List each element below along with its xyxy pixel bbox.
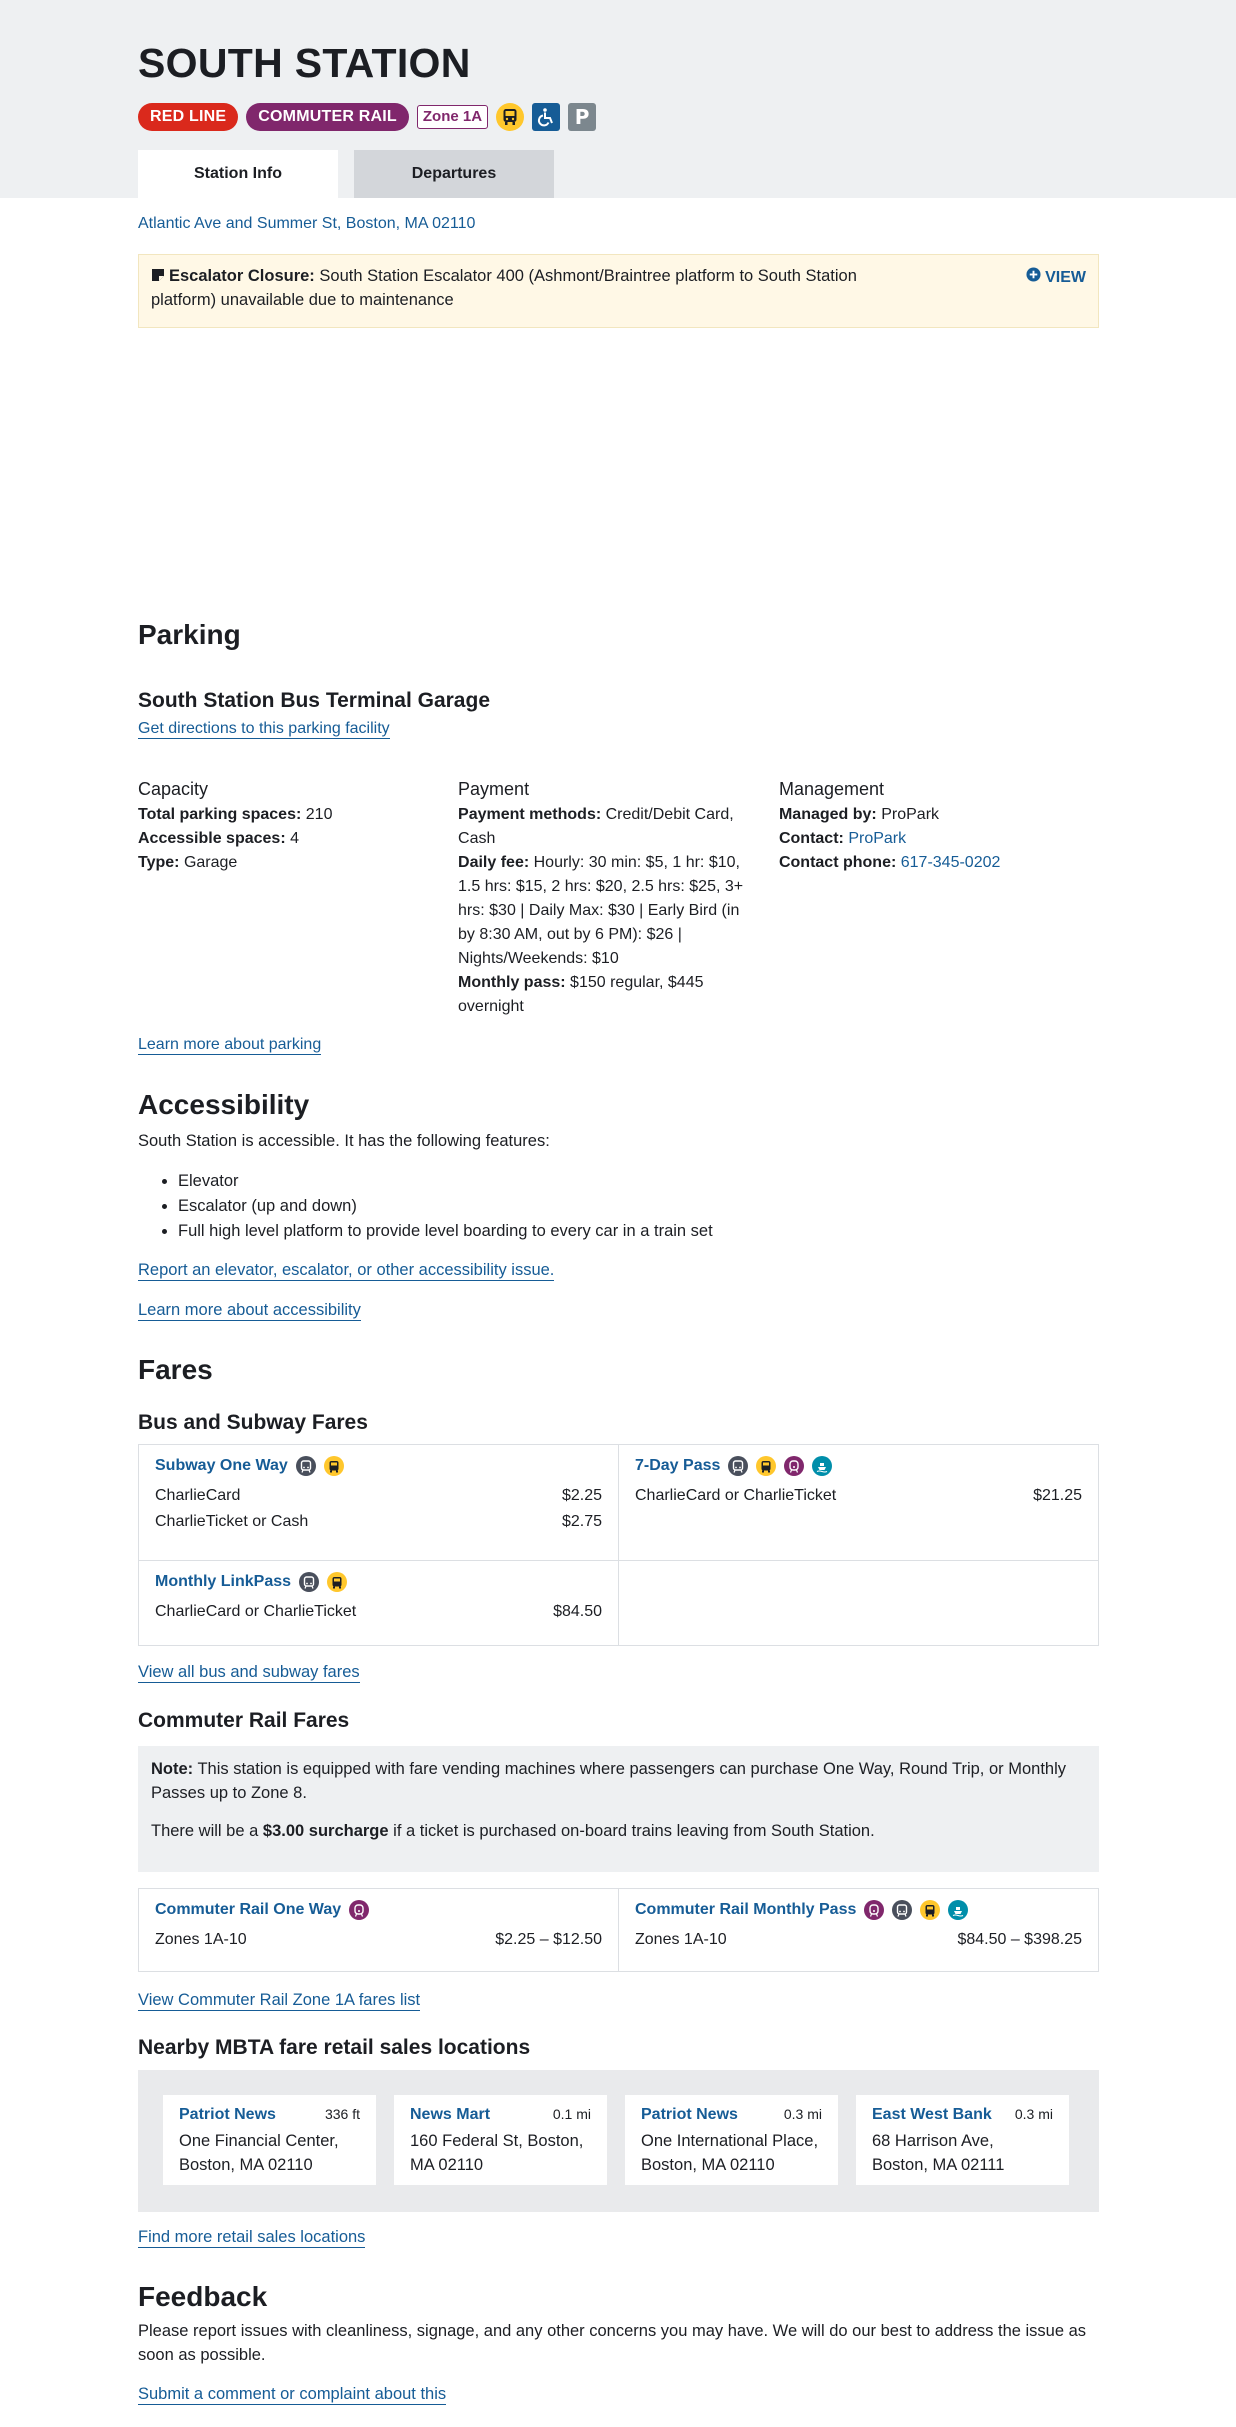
commuter-rail-icon [864, 1900, 885, 1921]
retail-location-card: Patriot News 0.3 mi One International Pla… [625, 2095, 838, 2185]
alert-view-button[interactable]: VIEW [1026, 266, 1086, 289]
bus-subway-fares-heading: Bus and Subway Fares [138, 1411, 368, 1434]
feedback-heading: Feedback [138, 2281, 268, 2312]
contact-phone-link[interactable]: 617-345-0202 [901, 854, 1001, 871]
bus-icon [323, 1456, 344, 1477]
fares-heading: Fares [138, 1354, 213, 1385]
parking-heading: Parking [138, 619, 241, 650]
retail-locations-list: Patriot News 336 ft One Financial Center,… [138, 2070, 1099, 2212]
fare-card-title[interactable]: Commuter Rail Monthly Pass [635, 1899, 856, 1922]
station-header: SOUTH STATION RED LINE COMMUTER RAIL Zon… [0, 0, 1236, 198]
retail-location-name[interactable]: Patriot News [179, 2103, 276, 2126]
commuter-rail-badge[interactable]: COMMUTER RAIL [246, 103, 409, 131]
list-item: Elevator [178, 1169, 1139, 1194]
bus-icon [756, 1456, 777, 1477]
submit-feedback-link[interactable]: Submit a comment or complaint about this [138, 2385, 447, 2405]
accessibility-features: Elevator Escalator (up and down) Full hi… [178, 1169, 1139, 1243]
station-address[interactable]: Atlantic Ave and Summer St, Boston, MA 0… [138, 213, 1099, 236]
commuter-rail-fare-grid: Commuter Rail One Way Zones 1A-10 $2.25 –… [138, 1888, 1099, 1972]
subway-icon [299, 1572, 320, 1593]
zone-badge: Zone 1A [416, 105, 489, 129]
list-item: Escalator (up and down) [178, 1194, 1139, 1219]
retail-location-card: East West Bank 0.3 mi 68 Harrison Ave, Bo… [856, 2095, 1069, 2185]
view-all-bus-subway-fares-link[interactable]: View all bus and subway fares [138, 1663, 360, 1683]
commuter-rail-fares-heading: Commuter Rail Fares [138, 1709, 350, 1732]
fare-row: CharlieCard or CharlieTicket $21.25 [635, 1486, 1082, 1504]
retail-locations-heading: Nearby MBTA fare retail sales locations [138, 2036, 531, 2059]
fare-row: CharlieCard $2.25 [155, 1486, 602, 1504]
bus-subway-fare-grid: Subway One Way CharlieCard $2.25 CharlieT… [138, 1444, 1099, 1646]
parking-facility-name: South Station Bus Terminal Garage [138, 689, 490, 712]
fare-card-title[interactable]: Commuter Rail One Way [155, 1899, 341, 1922]
bus-icon [496, 103, 525, 131]
parking-directions-link[interactable]: Get directions to this parking facility [138, 720, 390, 739]
fare-card-title[interactable]: Monthly LinkPass [155, 1571, 291, 1594]
alert-icon [151, 267, 169, 285]
alert-banner: Escalator Closure: South Station Escalat… [138, 254, 1099, 328]
parking-capacity: Capacity Total parking spaces: 210 Acces… [138, 779, 333, 871]
subway-icon [728, 1456, 749, 1477]
accessibility-intro: South Station is accessible. It has the … [138, 1132, 550, 1150]
fare-card-commuter-rail-monthly: Commuter Rail Monthly Pass Zones 1A-10 $8… [619, 1889, 1098, 1971]
fare-card-title[interactable]: 7-Day Pass [635, 1455, 720, 1478]
retail-location-card: News Mart 0.1 mi 160 Federal St, Boston, … [394, 2095, 607, 2185]
learn-more-accessibility-link[interactable]: Learn more about accessibility [138, 1301, 361, 1321]
accessible-icon [532, 103, 561, 131]
fare-card-monthly-linkpass: Monthly LinkPass CharlieCard or CharlieT… [139, 1561, 619, 1645]
red-line-badge[interactable]: RED LINE [138, 103, 239, 131]
ferry-icon [812, 1456, 833, 1477]
retail-location-name[interactable]: East West Bank [872, 2103, 992, 2126]
page-title: SOUTH STATION [138, 40, 471, 86]
retail-location-card: Patriot News 336 ft One Financial Center,… [163, 2095, 376, 2185]
subway-icon [892, 1900, 913, 1921]
station-tabs: Station Info Departures [138, 150, 554, 198]
parking-management: Management Managed by: ProPark Contact: … [778, 779, 1001, 871]
list-item: Full high level platform to provide leve… [178, 1219, 1139, 1244]
fare-row: CharlieCard or CharlieTicket $84.50 [155, 1602, 602, 1620]
retail-location-name[interactable]: Patriot News [641, 2103, 738, 2126]
fare-card-title[interactable]: Subway One Way [155, 1455, 288, 1478]
ferry-icon [948, 1900, 969, 1921]
station-badges: RED LINE COMMUTER RAIL Zone 1A P [138, 103, 597, 131]
parking-payment: Payment Payment methods: Credit/Debit Ca… [458, 779, 744, 1015]
fare-card-subway-one-way: Subway One Way CharlieCard $2.25 CharlieT… [139, 1445, 619, 1561]
retail-location-name[interactable]: News Mart [410, 2103, 490, 2126]
contact-link[interactable]: ProPark [848, 830, 906, 847]
tab-departures[interactable]: Departures [354, 150, 554, 198]
learn-more-parking-link[interactable]: Learn more about parking [138, 1036, 322, 1055]
commuter-rail-icon [784, 1456, 805, 1477]
tab-station-info[interactable]: Station Info [138, 150, 338, 198]
plus-circle-icon [1026, 266, 1041, 289]
feedback-text: Please report issues with cleanliness, s… [138, 2322, 1087, 2364]
commuter-rail-note: Note: This station is equipped with fare… [138, 1746, 1099, 1872]
commuter-rail-icon [349, 1900, 370, 1921]
fare-row: CharlieTicket or Cash $2.75 [155, 1512, 602, 1530]
fare-card-commuter-rail-one-way: Commuter Rail One Way Zones 1A-10 $2.25 –… [139, 1889, 619, 1971]
report-accessibility-issue-link[interactable]: Report an elevator, escalator, or other … [138, 1261, 555, 1281]
find-more-retail-link[interactable]: Find more retail sales locations [138, 2228, 366, 2248]
bus-icon [920, 1900, 941, 1921]
fare-card-7-day-pass: 7-Day Pass CharlieCard or CharlieTicket $… [619, 1445, 1098, 1561]
alert-title: Escalator Closure: [169, 267, 315, 285]
parking-icon: P [568, 103, 597, 131]
subway-icon [295, 1456, 316, 1477]
bus-icon [327, 1572, 348, 1593]
parking-details: Capacity Total parking spaces: 210 Acces… [138, 776, 1099, 1019]
fare-row: Zones 1A-10 $84.50 – $398.25 [635, 1930, 1082, 1948]
fare-row: Zones 1A-10 $2.25 – $12.50 [155, 1930, 602, 1948]
accessibility-heading: Accessibility [138, 1089, 310, 1120]
view-commuter-rail-zone-fares-link[interactable]: View Commuter Rail Zone 1A fares list [138, 1991, 421, 2011]
